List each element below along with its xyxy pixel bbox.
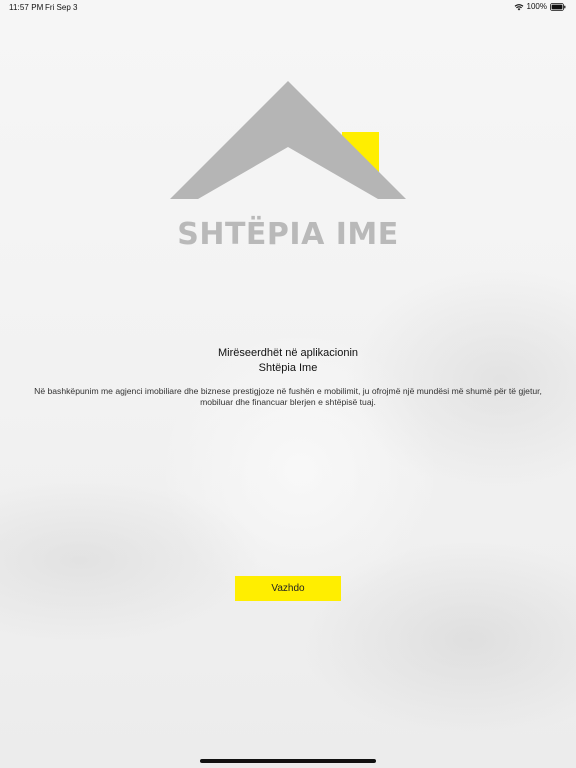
welcome-description: Në bashkëpunim me agjenci imobiliare dhe… — [34, 386, 542, 407]
status-bar: 11:57 PM Fri Sep 3 100% — [0, 0, 576, 14]
continue-button[interactable]: Vazhdo — [235, 576, 341, 601]
battery-percent: 100% — [526, 2, 547, 11]
house-roof-icon — [170, 81, 406, 199]
logo-text: SHTËPIA IME — [177, 217, 399, 252]
welcome-title-line-2: Shtëpia Ime — [258, 362, 318, 374]
welcome-title: Mirëseerdhët në aplikacionin Shtëpia Ime — [0, 346, 576, 376]
app-logo: SHTËPIA IME — [170, 80, 406, 255]
status-indicators: 100% — [514, 2, 566, 11]
battery-icon — [550, 2, 566, 11]
wifi-icon — [514, 3, 524, 11]
status-date: Fri Sep 3 — [45, 3, 78, 12]
home-indicator[interactable] — [200, 759, 376, 763]
welcome-title-line-1: Mirëseerdhët në aplikacionin — [217, 347, 359, 359]
status-time: 11:57 PM — [9, 3, 44, 12]
